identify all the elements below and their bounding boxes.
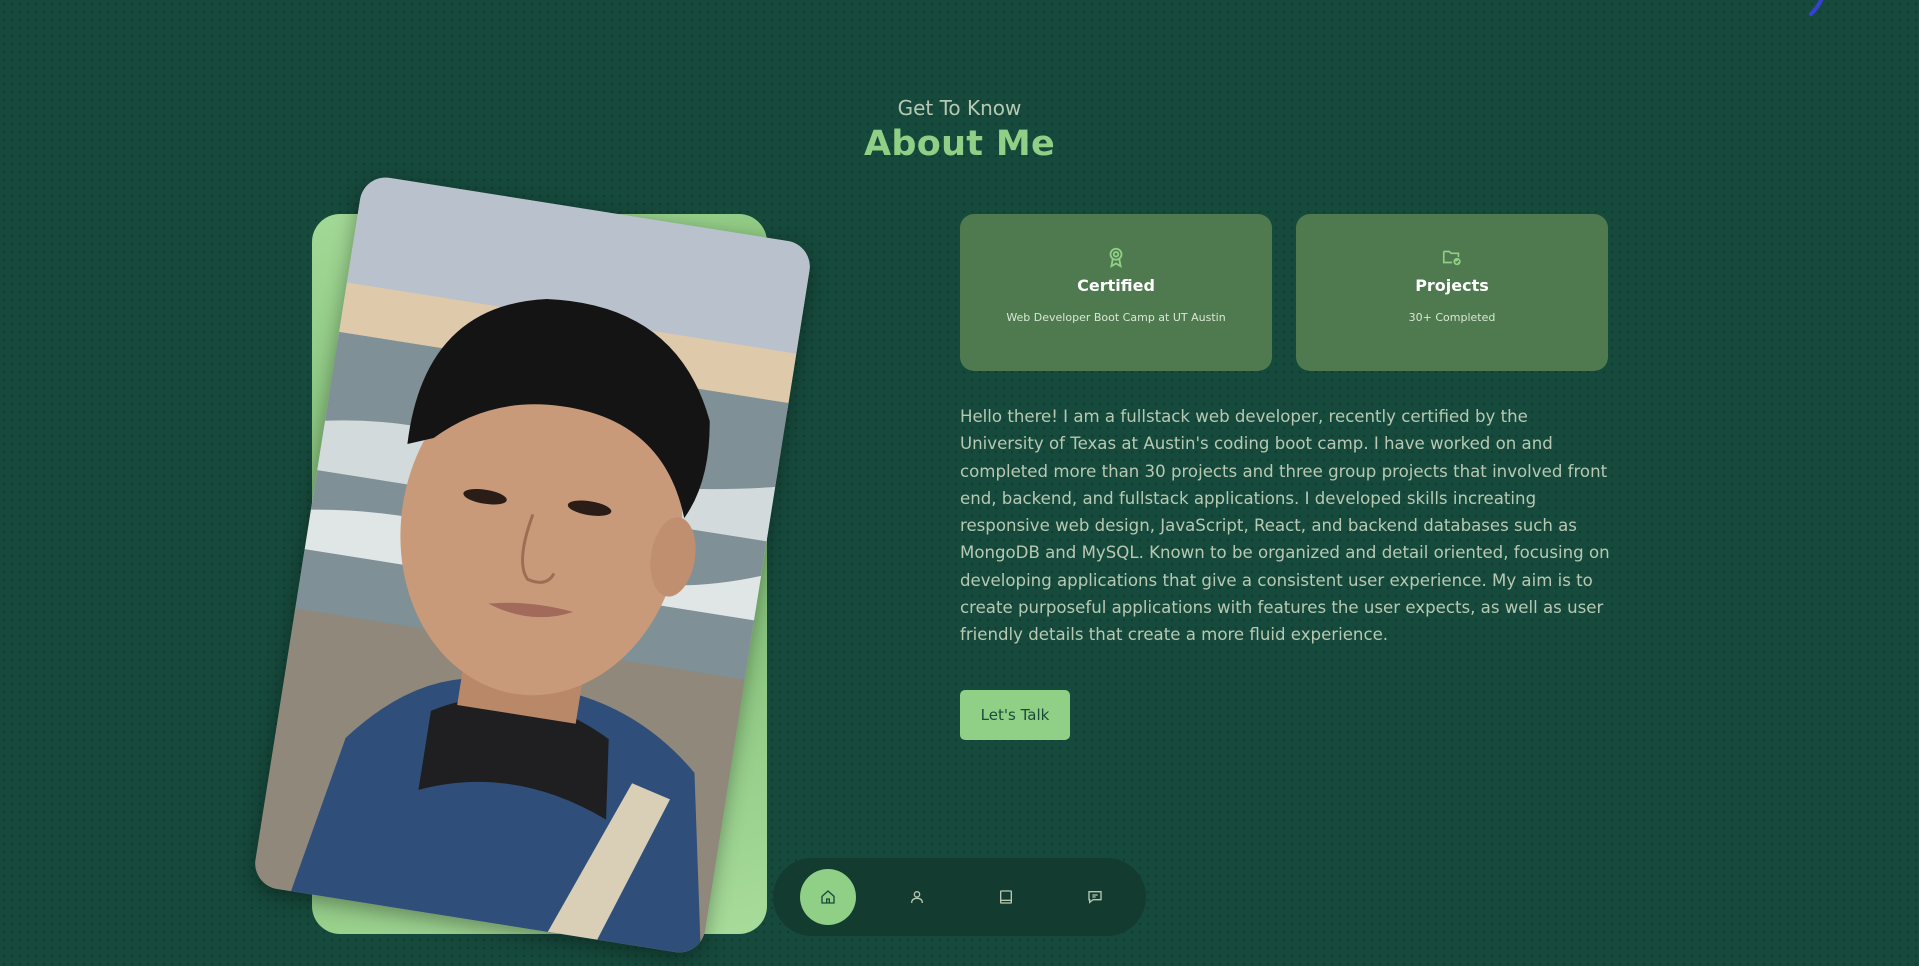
certified-card: Certified Web Developer Boot Camp at UT … <box>960 214 1272 371</box>
book-icon <box>1000 890 1012 904</box>
section-header: Get To Know About Me <box>0 96 1919 164</box>
award-icon <box>1109 247 1123 268</box>
bottom-nav <box>773 858 1146 936</box>
card-title: Projects <box>1415 276 1489 295</box>
section-eyebrow: Get To Know <box>897 96 1022 120</box>
card-subtitle: Web Developer Boot Camp at UT Austin <box>1006 311 1226 324</box>
user-icon <box>911 891 923 904</box>
card-subtitle: 30+ Completed <box>1408 311 1496 324</box>
about-bio-text: Hello there! I am a fullstack web develo… <box>960 407 1610 645</box>
folder-check-icon <box>1442 250 1461 266</box>
highlight-cards: Certified Web Developer Boot Camp at UT … <box>960 214 1608 371</box>
projects-card: Projects 30+ Completed <box>1296 214 1608 371</box>
nav-about[interactable] <box>889 869 945 925</box>
nav-contact[interactable] <box>1067 869 1123 925</box>
nav-experience[interactable] <box>978 869 1034 925</box>
message-icon <box>1088 891 1102 904</box>
decorative-stroke-icon <box>1809 0 1824 16</box>
home-icon <box>821 890 835 904</box>
section-title: About Me <box>864 124 1055 164</box>
card-title: Certified <box>1077 276 1155 295</box>
lets-talk-button[interactable]: Let's Talk <box>960 690 1070 740</box>
nav-home[interactable] <box>800 869 856 925</box>
